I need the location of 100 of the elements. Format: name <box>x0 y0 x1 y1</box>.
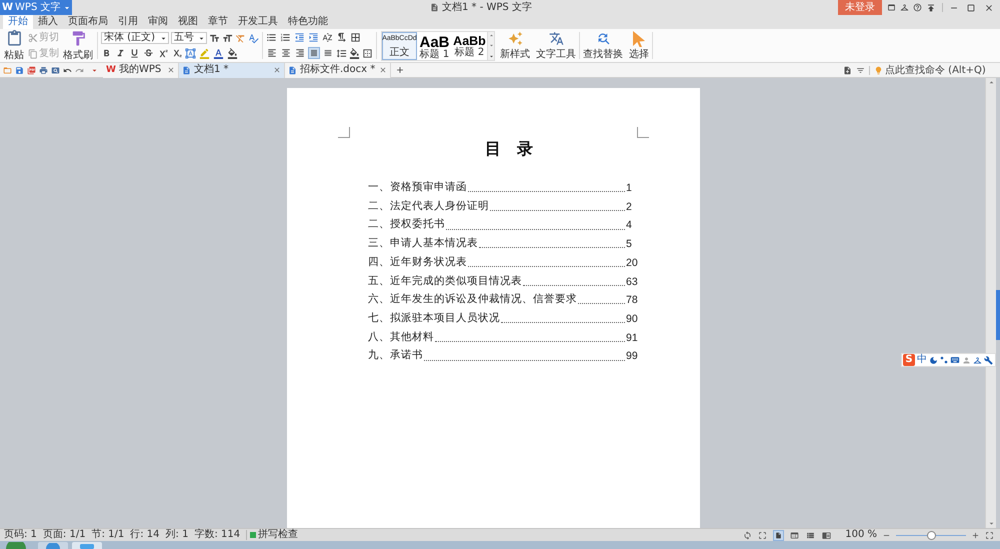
add-document-icon[interactable] <box>843 66 852 74</box>
expand-icon[interactable] <box>985 530 994 540</box>
close-icon[interactable] <box>379 66 387 74</box>
wrench-icon[interactable] <box>984 356 993 364</box>
bold-icon[interactable] <box>101 48 112 59</box>
sync-icon[interactable] <box>743 530 752 540</box>
start-orb-icon[interactable] <box>6 542 26 549</box>
help-icon[interactable] <box>913 3 922 12</box>
zoom-slider[interactable] <box>896 530 966 540</box>
ribbon-tab[interactable]: 开始 <box>3 15 33 29</box>
document-tab[interactable]: W 我的WPS <box>103 62 179 78</box>
ime-mode[interactable]: 中 <box>917 355 927 365</box>
ribbon-tab[interactable]: 引用 <box>113 15 143 29</box>
style-option[interactable]: AaBb 标题 2 <box>452 32 487 60</box>
paint-bucket-icon[interactable] <box>227 48 238 59</box>
outdent-icon[interactable] <box>294 32 305 43</box>
filter-icon[interactable] <box>856 66 865 74</box>
toolbar-button[interactable]: 选择 <box>626 29 652 62</box>
close-icon[interactable] <box>984 2 994 12</box>
ribbon-tab[interactable]: 视图 <box>173 15 203 29</box>
format-painter-button[interactable]: 格式刷 <box>62 30 94 61</box>
keyboard-icon[interactable] <box>950 355 960 365</box>
document-tab[interactable]: 招标文件.docx * <box>285 62 391 78</box>
close-icon[interactable] <box>273 66 281 74</box>
app-logo: W <box>2 2 14 12</box>
window-icon[interactable] <box>887 3 896 12</box>
spell-check-button[interactable]: 拼写检查 <box>258 530 298 540</box>
ribbon-tab[interactable]: 开发工具 <box>233 15 283 29</box>
toc-entry: 八、其他材料 <box>368 332 434 344</box>
align-center-icon[interactable] <box>280 47 292 59</box>
add-icon[interactable] <box>395 65 405 75</box>
copy-icon <box>28 48 38 58</box>
superscript-icon[interactable] <box>157 48 168 59</box>
paragraph-mark-icon[interactable] <box>336 32 347 43</box>
border-icon[interactable] <box>362 48 373 58</box>
redo-icon[interactable] <box>75 66 84 74</box>
font-size-increase-icon[interactable] <box>209 32 220 44</box>
subscript-icon[interactable] <box>171 48 182 59</box>
paint-bucket-icon[interactable] <box>349 48 360 58</box>
vertical-scrollbar[interactable] <box>985 78 996 528</box>
italic-icon[interactable] <box>115 48 126 59</box>
toc-entry: 六、近年发生的诉讼及仲裁情况、信誉要求 <box>368 295 577 306</box>
reader-icon[interactable] <box>821 530 832 540</box>
command-search-field[interactable]: 点此查找命令 (Alt+Q) <box>874 64 997 76</box>
ribbon-tab[interactable]: 章节 <box>203 15 233 29</box>
zoom-in-icon[interactable] <box>971 530 980 540</box>
upload-icon[interactable] <box>926 2 936 12</box>
indent-icon[interactable] <box>308 32 319 43</box>
print-icon[interactable] <box>39 66 48 74</box>
margin-corner-mark <box>637 127 649 138</box>
maximize-icon[interactable] <box>966 2 976 12</box>
pdf-icon[interactable] <box>27 66 36 74</box>
dot-leader <box>578 303 625 304</box>
bullet-list-icon[interactable] <box>266 32 277 43</box>
moon-icon[interactable] <box>929 356 938 364</box>
page-icon[interactable] <box>773 530 784 540</box>
font-color-icon[interactable] <box>213 48 224 59</box>
ime-logo[interactable]: S <box>903 354 915 366</box>
ribbon-tab[interactable]: 审阅 <box>143 15 173 29</box>
page-search-icon[interactable] <box>51 66 60 74</box>
font-name-field[interactable]: 宋体 (正文) <box>101 32 169 44</box>
toc-page-number: 99 <box>626 351 639 362</box>
ribbon-tab[interactable]: 插入 <box>33 15 63 29</box>
wps-logo: W <box>106 66 116 74</box>
toolbar-button[interactable]: 文字工具 <box>533 29 579 62</box>
underline-icon[interactable] <box>129 48 140 59</box>
sort-icon[interactable] <box>322 32 333 43</box>
line-spacing-icon[interactable] <box>336 48 347 58</box>
frame-icon[interactable] <box>757 530 768 540</box>
sparkle-icon <box>508 31 522 46</box>
style-option[interactable]: AaB 标题 1 <box>417 32 452 60</box>
align-right-icon[interactable] <box>294 47 306 59</box>
paste-button[interactable]: 粘贴 <box>3 30 25 61</box>
grid-icon[interactable] <box>350 32 361 43</box>
font-size-field[interactable]: 五号 <box>171 32 207 44</box>
font-size-decrease-icon[interactable] <box>222 32 233 44</box>
dots-icon[interactable] <box>940 356 948 364</box>
close-icon[interactable] <box>167 66 175 74</box>
hanger-icon[interactable] <box>900 3 909 12</box>
text-effect-icon[interactable] <box>185 48 196 59</box>
distributed-lines-icon[interactable] <box>322 47 334 59</box>
status-field: 页面: 1/1 <box>42 530 86 540</box>
ribbon-tab[interactable]: 页面布局 <box>63 15 113 29</box>
numbered-list-icon[interactable] <box>280 32 291 43</box>
toolbar-button[interactable]: 新样式 <box>497 29 533 62</box>
ribbon-tab[interactable]: 特色功能 <box>283 15 333 29</box>
hanger-icon[interactable] <box>973 356 982 364</box>
align-left-icon[interactable] <box>266 47 278 59</box>
zoom-slider-thumb[interactable] <box>926 530 936 540</box>
window-title: 文档1 * - WPS 文字 <box>442 2 532 12</box>
spellcheck-icon[interactable] <box>248 32 259 44</box>
scroll-down-icon[interactable] <box>488 42 494 49</box>
document-tab[interactable]: 文档1 * <box>179 62 285 78</box>
toc-entry: 九、承诺书 <box>368 351 423 362</box>
toolbar-button[interactable]: 查找替换 <box>580 29 626 62</box>
app-menu-button[interactable]: W WPS 文字 <box>0 0 72 15</box>
save-icon[interactable] <box>15 66 24 74</box>
justify-icon[interactable] <box>308 47 320 59</box>
web-page-icon[interactable] <box>789 530 800 540</box>
strikethrough-icon[interactable] <box>143 48 154 59</box>
